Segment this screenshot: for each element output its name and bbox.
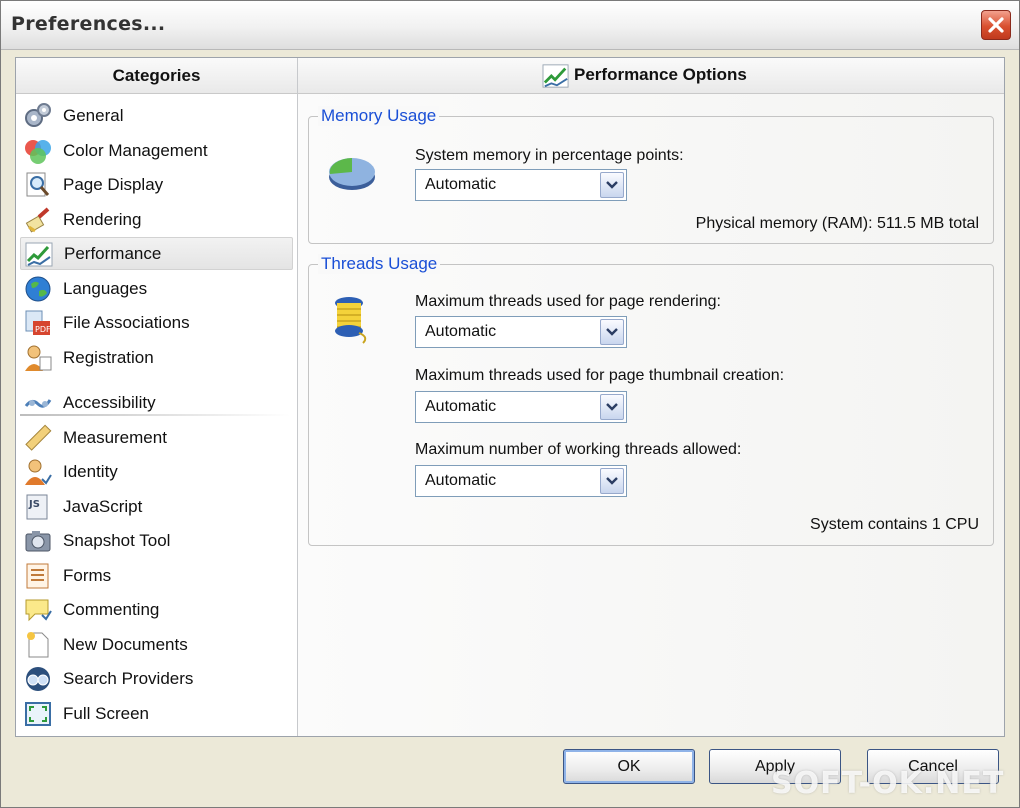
sidebar-item-color-management[interactable]: Color Management xyxy=(20,134,293,167)
sidebar-item-label: Commenting xyxy=(63,599,160,619)
thumbnail-threads-value: Automatic xyxy=(425,398,497,415)
sidebar-item-search-providers[interactable]: Search Providers xyxy=(20,662,293,695)
sidebar-item-label: Identity xyxy=(63,461,118,481)
form-icon xyxy=(26,563,49,588)
chevron-down-icon xyxy=(606,181,618,189)
dropdown-button[interactable] xyxy=(600,172,624,198)
memory-percentage-value: Automatic xyxy=(425,176,497,193)
sidebar-item-label: Color Management xyxy=(63,140,208,160)
sidebar-item-label: Languages xyxy=(63,278,148,298)
sidebar-item-label: Forms xyxy=(63,565,112,585)
sidebar-item-languages[interactable]: Languages xyxy=(20,272,293,305)
sidebar-item-full-screen[interactable]: Full Screen xyxy=(20,697,293,730)
sidebar-item-identity[interactable]: Identity xyxy=(20,455,293,488)
close-icon xyxy=(988,17,1004,33)
physical-memory-info: Physical memory (RAM): 511.5 MB total xyxy=(695,215,979,232)
ruler-icon xyxy=(25,424,52,451)
sidebar-item-label: General xyxy=(63,105,124,125)
memory-percentage-label: System memory in percentage points: xyxy=(415,147,684,164)
watermark: SOFT-OK.NET xyxy=(771,766,1005,801)
new-document-icon xyxy=(27,631,49,657)
thread-spool-icon xyxy=(335,297,367,344)
chevron-down-icon xyxy=(606,328,618,336)
sidebar-item-javascript[interactable]: JS JavaScript xyxy=(20,490,293,523)
sidebar-item-snapshot-tool[interactable]: Snapshot Tool xyxy=(20,524,293,557)
file-association-icon: PDF xyxy=(25,310,51,335)
sidebar-item-label: Accessibility xyxy=(63,392,156,412)
sidebar-item-label: JavaScript xyxy=(63,496,143,516)
memory-usage-legend: Memory Usage xyxy=(318,106,440,126)
sidebar-item-accessibility[interactable]: Accessibility xyxy=(20,386,293,419)
cpu-info: System contains 1 CPU xyxy=(810,516,979,533)
title-bar[interactable]: Preferences... xyxy=(1,1,1019,50)
memory-pie-icon xyxy=(329,158,375,190)
javascript-icon: JS xyxy=(26,494,48,519)
threads-usage-legend: Threads Usage xyxy=(318,254,441,274)
rendering-threads-select[interactable]: Automatic xyxy=(415,316,627,348)
dropdown-button[interactable] xyxy=(600,468,624,494)
chevron-down-icon xyxy=(606,477,618,485)
categories-header: Categories xyxy=(16,58,297,94)
gears-icon xyxy=(25,102,51,127)
sidebar-item-label: Full Screen xyxy=(63,703,149,723)
sidebar-item-registration[interactable]: Registration xyxy=(20,341,293,374)
working-threads-value: Automatic xyxy=(425,472,497,489)
svg-text:PDF: PDF xyxy=(35,325,51,334)
sidebar-item-new-documents[interactable]: New Documents xyxy=(20,628,293,661)
registration-icon xyxy=(25,345,52,371)
sidebar-item-commenting[interactable]: Commenting xyxy=(20,593,293,626)
sidebar-item-label: New Documents xyxy=(63,634,188,654)
fullscreen-icon xyxy=(25,701,51,726)
rendering-threads-label: Maximum threads used for page rendering: xyxy=(415,293,721,310)
dropdown-button[interactable] xyxy=(600,394,624,420)
thumbnail-threads-select[interactable]: Automatic xyxy=(415,391,627,423)
color-circles-icon xyxy=(25,139,51,164)
sidebar-item-page-display[interactable]: Page Display xyxy=(20,168,293,201)
accessibility-icon xyxy=(24,398,52,408)
chevron-down-icon xyxy=(606,403,618,411)
comment-icon xyxy=(25,599,52,621)
memory-percentage-select[interactable]: Automatic xyxy=(415,169,627,201)
brush-icon xyxy=(25,207,50,233)
preferences-window: Preferences... Categories General Color … xyxy=(0,0,1020,808)
sidebar-item-label: Page Display xyxy=(63,174,164,194)
memory-usage-group: Memory Usage System memory in percentage… xyxy=(308,106,994,244)
options-pane: Performance Options Memory Usage System … xyxy=(298,58,1004,736)
sidebar-item-label: Snapshot Tool xyxy=(63,530,171,550)
sidebar-item-label: File Associations xyxy=(63,312,190,332)
sidebar-item-label: Rendering xyxy=(63,209,142,229)
sidebar-item-performance[interactable]: Performance xyxy=(20,237,293,270)
performance-chart-icon xyxy=(25,242,53,266)
sidebar-item-general[interactable]: General xyxy=(20,99,293,132)
sidebar-item-measurement[interactable]: Measurement xyxy=(20,421,293,454)
close-button[interactable] xyxy=(981,10,1011,40)
sidebar-item-file-associations[interactable]: PDF File Associations xyxy=(20,306,293,339)
ok-button[interactable]: OK xyxy=(563,749,695,784)
search-binoculars-icon xyxy=(26,666,50,691)
sidebar-item-label: Search Providers xyxy=(63,668,194,688)
dropdown-button[interactable] xyxy=(600,319,624,345)
svg-text:JS: JS xyxy=(28,499,40,510)
working-threads-select[interactable]: Automatic xyxy=(415,465,627,497)
working-threads-label: Maximum number of working threads allowe… xyxy=(415,441,742,458)
sidebar-item-label: Performance xyxy=(64,243,162,263)
options-title: Performance Options xyxy=(574,65,747,84)
threads-usage-group: Threads Usage Maximum threads used for p… xyxy=(308,254,994,546)
window-title: Preferences... xyxy=(11,13,166,35)
thumbnail-threads-label: Maximum threads used for page thumbnail … xyxy=(415,367,785,384)
camera-icon xyxy=(25,530,51,551)
sidebar-item-label: Registration xyxy=(63,347,154,367)
performance-chart-icon xyxy=(542,64,569,88)
sidebar-item-rendering[interactable]: Rendering xyxy=(20,203,293,236)
person-icon xyxy=(25,459,52,485)
sidebar-item-label: Measurement xyxy=(63,427,167,447)
rendering-threads-value: Automatic xyxy=(425,323,497,340)
options-header: Performance Options xyxy=(298,58,1004,94)
preferences-body: Categories General Color Management Page… xyxy=(15,57,1005,737)
sidebar-item-forms[interactable]: Forms xyxy=(20,559,293,592)
magnifier-page-icon xyxy=(26,172,50,196)
categories-pane: Categories General Color Management Page… xyxy=(16,58,298,736)
globe-icon xyxy=(25,276,51,301)
